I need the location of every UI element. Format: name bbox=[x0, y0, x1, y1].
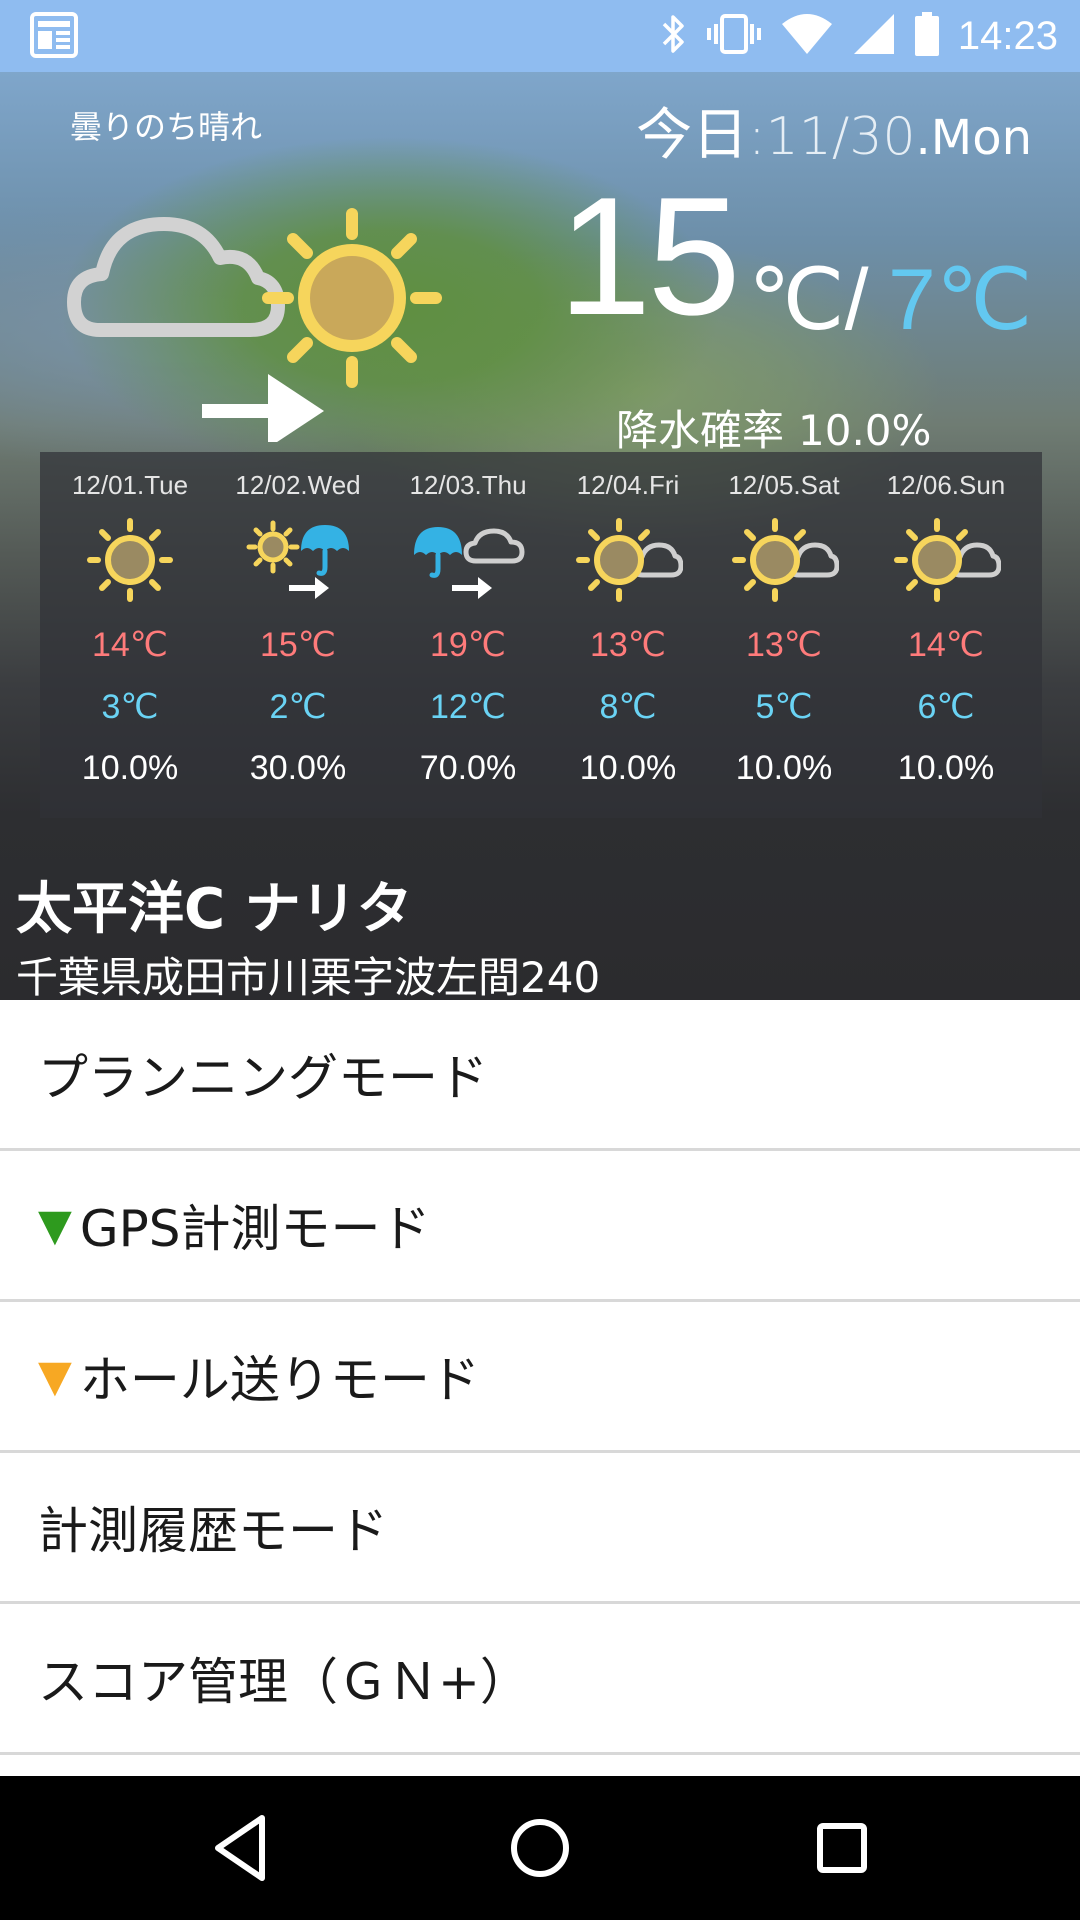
forecast-date: 12/05.Sat bbox=[728, 470, 840, 500]
forecast-high: 14℃ bbox=[907, 626, 984, 664]
weather-summary: 曇りのち晴れ bbox=[70, 108, 263, 146]
forecast-precip: 30.0% bbox=[249, 749, 347, 787]
sun-and-cloud-icon bbox=[866, 515, 1026, 605]
forecast-low: 5℃ bbox=[755, 688, 813, 726]
news-icon bbox=[30, 12, 78, 62]
today-label: 今日 bbox=[636, 103, 749, 168]
forecast-low: 2℃ bbox=[269, 688, 327, 726]
sun-and-cloud-icon bbox=[548, 515, 708, 605]
clock: 14:23 bbox=[957, 13, 1058, 58]
menu-item-planning[interactable]: プランニングモード bbox=[0, 1000, 1080, 1151]
menu-item-score[interactable]: スコア管理（ＧＮ+） bbox=[0, 1604, 1080, 1755]
current-high-temp: 15 bbox=[558, 162, 741, 350]
status-bar: 14:23 bbox=[0, 0, 1080, 72]
forecast-high: 13℃ bbox=[745, 626, 822, 664]
menu-item-hole-advance[interactable]: ▼ ホール送りモード bbox=[0, 1302, 1080, 1453]
weather-panel[interactable]: 曇りのち晴れ 今日:11/30 .Mon 15 ℃/ 7℃ 降水確率 10.0%… bbox=[0, 72, 1080, 1002]
wifi-icon bbox=[780, 12, 834, 60]
forecast-high: 13℃ bbox=[589, 626, 666, 664]
forecast-day: 12/06.Sun 14℃ 6℃ 10.0% bbox=[866, 452, 1026, 788]
rain-then-cloud-icon bbox=[388, 515, 548, 605]
today-date: 今日:11/30 .Mon bbox=[636, 90, 1032, 171]
forecast-low: 8℃ bbox=[599, 688, 657, 726]
forecast-precip: 10.0% bbox=[81, 749, 179, 787]
menu-item-gps[interactable]: ▼ GPS計測モード bbox=[0, 1151, 1080, 1302]
cloud-then-sun-icon bbox=[60, 182, 460, 448]
forecast-date: 12/06.Sun bbox=[886, 470, 1006, 500]
precip-value: 10.0% bbox=[798, 406, 932, 455]
signal-icon bbox=[852, 12, 896, 60]
forecast-day: 12/02.Wed 15℃ 2℃ 30.0% bbox=[218, 452, 378, 788]
forecast-high: 19℃ bbox=[429, 626, 506, 664]
forecast-high: 14℃ bbox=[91, 626, 168, 664]
today-colon: : bbox=[748, 107, 766, 167]
back-icon[interactable] bbox=[210, 1808, 270, 1892]
forecast-low: 12℃ bbox=[429, 688, 506, 726]
forecast-date: 12/01.Tue bbox=[71, 470, 189, 500]
menu-item-history[interactable]: 計測履歴モード bbox=[0, 1453, 1080, 1604]
precipitation: 降水確率 10.0% bbox=[616, 397, 931, 458]
temp-unit: ℃/ bbox=[748, 252, 869, 348]
forecast-low: 6℃ bbox=[917, 688, 975, 726]
forecast-date: 12/03.Thu bbox=[409, 470, 527, 500]
forecast-low: 3℃ bbox=[101, 688, 159, 726]
recents-icon[interactable] bbox=[812, 1808, 872, 1892]
sunny-icon bbox=[50, 515, 210, 605]
forecast-date: 12/04.Fri bbox=[576, 470, 680, 500]
bluetooth-icon bbox=[658, 12, 688, 60]
forecast-precip: 10.0% bbox=[735, 749, 833, 787]
forecast-high: 15℃ bbox=[259, 626, 336, 664]
menu-item-label: ホール送りモード bbox=[79, 1351, 480, 1409]
today-day-of-week: .Mon bbox=[915, 110, 1032, 166]
sun-then-rain-icon bbox=[218, 515, 378, 605]
menu-item-label: 計測履歴モード bbox=[38, 1502, 388, 1560]
sun-and-cloud-icon bbox=[704, 515, 864, 605]
today-date-value: 11/30 bbox=[765, 107, 916, 167]
forecast-day: 12/05.Sat 13℃ 5℃ 10.0% bbox=[704, 452, 864, 788]
menu-item-label: GPS計測モード bbox=[79, 1200, 431, 1258]
navigation-bar bbox=[0, 1776, 1080, 1920]
menu-item-label: プランニングモード bbox=[38, 1049, 488, 1107]
forecast-day: 12/03.Thu 19℃ 12℃ 70.0% bbox=[388, 452, 548, 788]
vibrate-icon bbox=[706, 12, 762, 60]
course-address: 千葉県成田市川栗字波左間240 bbox=[16, 953, 601, 1002]
forecast-date: 12/02.Wed bbox=[235, 470, 361, 500]
forecast-precip: 10.0% bbox=[579, 749, 677, 787]
forecast-precip: 70.0% bbox=[419, 749, 517, 787]
forecast-day: 12/01.Tue 14℃ 3℃ 10.0% bbox=[50, 452, 210, 788]
forecast-day: 12/04.Fri 13℃ 8℃ 10.0% bbox=[548, 452, 708, 788]
weekly-forecast: 12/01.Tue 14℃ 3℃ 10.0% 12/02.Wed 15℃ 2℃ … bbox=[40, 452, 1042, 818]
mode-menu: プランニングモード ▼ GPS計測モード ▼ ホール送りモード 計測履歴モード … bbox=[0, 1000, 1080, 1755]
forecast-precip: 10.0% bbox=[897, 749, 995, 787]
green-triangle-icon: ▼ bbox=[38, 1199, 72, 1251]
current-low-temp: 7℃ bbox=[888, 252, 1033, 348]
battery-icon bbox=[914, 11, 940, 61]
precip-label: 降水確率 bbox=[616, 406, 785, 455]
course-name: 太平洋C ナリタ bbox=[16, 877, 413, 942]
home-icon[interactable] bbox=[508, 1808, 572, 1892]
menu-item-label: スコア管理（ＧＮ+） bbox=[38, 1653, 530, 1711]
orange-triangle-icon: ▼ bbox=[38, 1350, 72, 1402]
